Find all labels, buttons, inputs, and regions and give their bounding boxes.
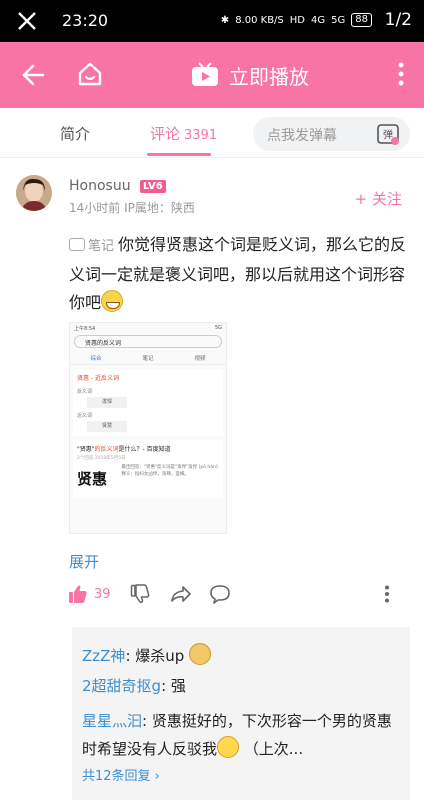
danmaku-button-glyph: 弹 (383, 128, 393, 141)
reply-tail: （上次... (239, 740, 304, 758)
comment-body: 笔记 你觉得贤惠这个词是贬义词，那么它的反义词一定就是褒义词吧，那以后就用这个词形… (69, 231, 409, 317)
play-now-label[interactable]: 立即播放 (229, 61, 309, 90)
tab-intro[interactable]: 简介 (60, 123, 90, 144)
hd-badge: HD (289, 14, 306, 26)
like-count: 39 (94, 586, 111, 602)
thumb-answer-sub: 2个回答 2019年5月5日 (77, 456, 126, 461)
thumb-antonym-value: 泼悍 (87, 397, 127, 408)
reply-item[interactable]: 2超甜奇抠g: 强 (82, 675, 186, 696)
thumb-tab: 笔记 (142, 356, 154, 362)
danmaku-toggle-icon[interactable]: 弹 (376, 122, 400, 146)
reply-sep: : (142, 712, 152, 730)
thumb-tab: 综合 (90, 356, 102, 362)
tab-comments[interactable]: 评论 3391 (150, 123, 217, 144)
thumbs-up-icon (69, 585, 87, 603)
danmaku-input[interactable]: 点我发弹幕 弹 (253, 117, 410, 151)
thumb-synonym-value: 贤慧 (87, 421, 127, 432)
comment-time: 14小时前 (69, 201, 121, 215)
active-tab-indicator (147, 153, 211, 156)
reply-item[interactable]: 星星灬汩: 贤惠挺好的，下次形容一个男的贤惠时希望没有人反驳我 （上次... (82, 707, 402, 763)
thumb-answer-card: "贤惠"的反义词是什么？- 百度知道 2个回答 2019年5月5日 贤惠 最佳回… (73, 440, 223, 498)
thumb-status-bar: 上午8:54 5G (70, 323, 226, 333)
share-icon (171, 586, 191, 602)
thumbs-down-icon (130, 584, 150, 604)
back-arrow-icon[interactable] (20, 62, 46, 88)
share-button[interactable] (170, 583, 192, 605)
reply-text: 爆杀up (135, 647, 185, 665)
danmaku-placeholder: 点我发弹幕 (267, 128, 337, 144)
thumb-status-net: 5G (214, 325, 222, 331)
home-icon[interactable] (76, 60, 104, 88)
thumb-card-title: 贤惠 - 近反义词 (77, 375, 119, 382)
reply-button[interactable] (209, 583, 231, 605)
thumb-answer-desc: 最佳回答："贤惠"反义词是"泼悍"泼悍 [pō hàn] 释义：指妇女凶悍，泼辣… (121, 465, 218, 477)
crying-emoji-icon (217, 736, 240, 758)
follow-button[interactable]: + 关注 (355, 188, 402, 209)
avatar-image (16, 175, 52, 211)
reply-user[interactable]: 星星灬汩 (82, 712, 142, 730)
doge-emoji-icon (189, 643, 212, 665)
status-icons: ✱ 8.00 KB/S HD 4G 5G 88 (221, 13, 372, 27)
tab-comments-label: 评论 (150, 125, 181, 143)
top-bar: 立即播放 (0, 42, 424, 108)
comment-ip: IP属地：陕西 (124, 201, 195, 215)
status-bar: 23:20 ✱ 8.00 KB/S HD 4G 5G 88 1/2 (0, 0, 424, 42)
reply-text: 强 (170, 677, 186, 695)
net-speed: 8.00 KB/S (235, 14, 284, 26)
thumb-antonym-label: 反义词 (77, 389, 93, 395)
thumb-answer-title-red: 的反义词 (94, 446, 119, 453)
play-tv-icon[interactable] (190, 62, 220, 88)
note-tag-label: 笔记 (88, 239, 115, 254)
comment-bubble-icon (210, 585, 230, 604)
replies-panel: ZzZ神: 爆杀up 2超甜奇抠g: 强 星星灬汩: 贤惠挺好的，下次形容一个男… (72, 627, 410, 800)
battery-icon: 88 (351, 13, 372, 27)
comment-more-button[interactable] (384, 583, 390, 605)
reply-sep: : (125, 647, 136, 665)
note-icon (69, 238, 85, 251)
reply-item[interactable]: ZzZ神: 爆杀up (82, 643, 212, 666)
thumb-tab: 视频 (194, 356, 206, 362)
tab-bar: 简介 评论 3391 点我发弹幕 弹 (0, 108, 424, 158)
thumb-synonym-label: 近义词 (77, 413, 93, 419)
comments-count: 3391 (184, 128, 218, 143)
thumb-answer-row: 贤惠 最佳回答："贤惠"反义词是"泼悍"泼悍 [pō hàn] 释义：指妇女凶悍… (77, 464, 219, 494)
more-vertical-icon (385, 585, 389, 603)
note-tag: 笔记 (69, 233, 114, 261)
expand-link[interactable]: 展开 (69, 551, 99, 572)
page-indicator: 1/2 (384, 10, 412, 30)
thumb-big-chars: 贤惠 (77, 470, 108, 488)
thumb-answer-title-pre: "贤惠" (77, 446, 95, 453)
thumb-answer-title-post: 是什么？- 百度知道 (118, 446, 171, 453)
more-vertical-icon[interactable] (398, 62, 404, 86)
signal-4g: 4G (311, 14, 326, 26)
dislike-button[interactable] (130, 583, 150, 605)
status-time: 23:20 (62, 11, 109, 30)
thumb-antonym-card: 贤惠 - 近反义词 反义词 泼悍 近义词 贤慧 (73, 369, 223, 436)
reply-sep: : (161, 677, 171, 695)
avatar[interactable] (16, 175, 52, 211)
thumb-tabs: 综合 笔记 视频 (70, 350, 226, 365)
like-button[interactable]: 39 (68, 583, 111, 605)
thumb-status-time: 上午8:54 (74, 326, 96, 332)
comment-image[interactable]: 上午8:54 5G 贤惠的反义词 综合 笔记 视频 贤惠 - 近反义词 反义词 … (69, 322, 227, 534)
close-icon[interactable] (16, 10, 38, 32)
view-all-replies-link[interactable]: 共12条回复 › (82, 765, 160, 784)
bluetooth-icon: ✱ (220, 14, 230, 26)
thumb-answer-title: "贤惠"的反义词是什么？- 百度知道 (77, 444, 219, 453)
comment-meta: 14小时前 IP属地：陕西 (69, 199, 195, 216)
thumb-search-box: 贤惠的反义词 (74, 335, 222, 348)
signal-5g: 5G (331, 14, 346, 26)
level-badge: LV6 (140, 180, 166, 193)
reply-user[interactable]: 2超甜奇抠g (82, 677, 161, 695)
reply-user[interactable]: ZzZ神 (82, 647, 125, 665)
comment-username[interactable]: Honosuu (69, 178, 131, 194)
grin-emoji-icon (101, 290, 124, 312)
